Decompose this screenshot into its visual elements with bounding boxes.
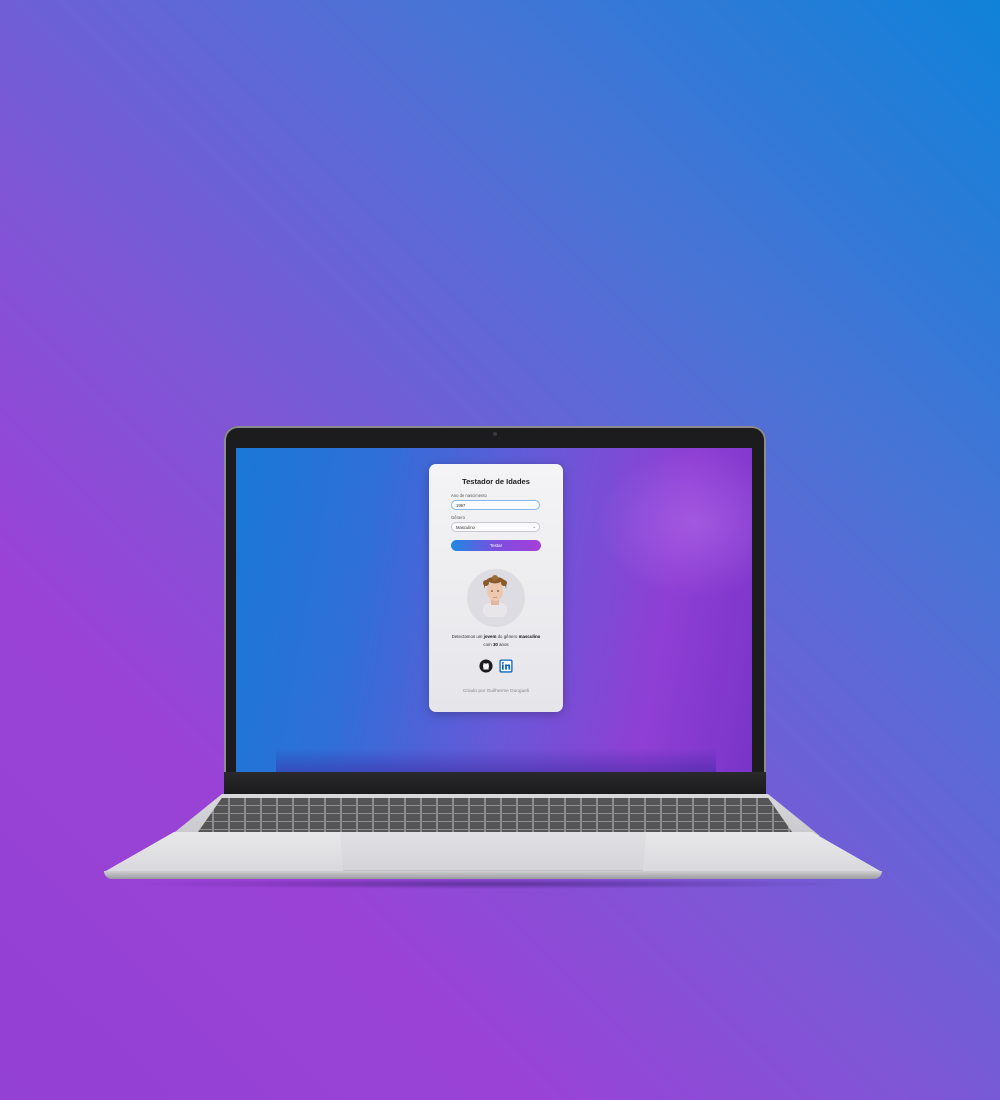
year-input[interactable]: 1997 [451,500,540,510]
screen-reflection [276,748,716,772]
result-line2-suffix: anos [499,642,509,647]
page-title: Testador de Idades [462,477,530,486]
credit-text: Criado por Guilherme Dungueli [462,689,530,694]
avatar [483,575,507,617]
year-label: Ano de nascimento [451,493,487,498]
laptop-base-edge [104,871,882,879]
year-input-value: 1997 [456,503,466,508]
laptop-hinge [224,772,766,794]
laptop-lid: Testador de Idades Ano de nascimento 199… [224,426,766,794]
github-icon[interactable] [479,659,493,673]
result-gender: masculino [518,634,541,639]
gender-label: Gênero [451,515,465,520]
test-button[interactable]: Testar [451,540,541,551]
keyboard [198,798,792,832]
result-text: Detectamos um jovem do gênero masculino [435,634,557,639]
laptop-shadow [130,879,860,889]
chevron-down-icon: ⌄ [532,524,536,529]
linkedin-icon[interactable] [499,659,513,673]
gender-select[interactable]: Masculino ⌄ [451,522,540,532]
age-tester-card: Testador de Idades Ano de nascimento 199… [429,464,563,712]
result-line2-prefix: com [483,642,492,647]
screen-glare [596,448,752,598]
laptop-screen: Testador de Idades Ano de nascimento 199… [236,448,752,772]
result-age-group: jovem [483,634,497,639]
gender-select-value: Masculino [456,525,475,530]
result-middle: do gênero [497,634,518,639]
trackpad [340,832,646,871]
result-age: 30 [492,642,498,647]
result-age-line: com 30 anos [435,642,557,647]
result-prefix: Detectamos um [451,634,483,639]
webcam [493,432,497,436]
